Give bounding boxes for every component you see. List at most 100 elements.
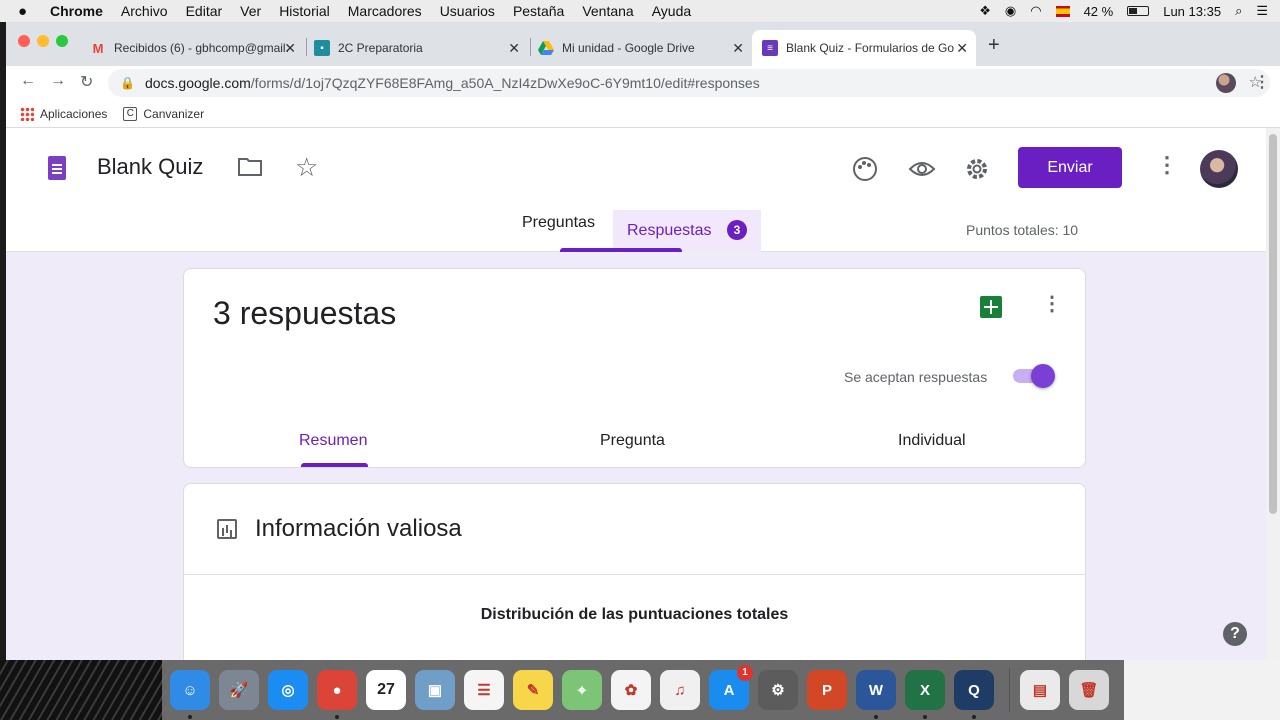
dock-powerpoint-icon[interactable]: P	[807, 670, 847, 710]
new-tab-icon[interactable]: +	[988, 34, 1000, 57]
back-icon[interactable]: ←	[20, 72, 36, 90]
subtab-resumen[interactable]: Resumen	[299, 432, 367, 450]
chrome-glyph: ●	[332, 681, 342, 699]
battery-percent[interactable]: 42 %	[1084, 4, 1114, 19]
more-options-icon[interactable]: ⋮	[1156, 152, 1178, 178]
folder-icon[interactable]	[238, 156, 262, 182]
bookmark-label: Canvanizer	[143, 106, 205, 121]
menu-marcadores[interactable]: Marcadores	[348, 3, 422, 19]
dock-preview-icon[interactable]: ▣	[415, 670, 455, 710]
dock-quicktime-icon[interactable]: Q	[954, 670, 994, 719]
preview-eye-icon[interactable]	[908, 156, 936, 188]
tab-drive[interactable]: Mi unidad - Google Drive ✕	[528, 30, 752, 66]
dropbox-icon[interactable]: ❖	[979, 3, 991, 19]
dock-maps-icon[interactable]: ⌖	[562, 670, 602, 710]
dock-app-store-icon[interactable]: A1	[709, 665, 753, 710]
menu-ver[interactable]: Ver	[240, 3, 261, 19]
responses-count-heading: 3 respuestas	[213, 295, 397, 331]
menu-usuarios[interactable]: Usuarios	[440, 3, 495, 19]
subtab-pregunta[interactable]: Pregunta	[600, 432, 665, 450]
account-avatar[interactable]	[1200, 150, 1238, 188]
system-preferences-glyph: ⚙	[771, 682, 785, 699]
palette-icon[interactable]	[852, 156, 878, 188]
dock-itunes-icon[interactable]: ♫	[660, 670, 700, 710]
close-tab-icon[interactable]: ✕	[732, 40, 744, 57]
reload-icon[interactable]: ↻	[80, 72, 93, 92]
running-indicator	[972, 715, 976, 719]
dock-downloads-stack-icon[interactable]: ▤	[1020, 670, 1060, 710]
menu-ventana[interactable]: Ventana	[582, 3, 633, 19]
chrome-menu-icon[interactable]: ⋮	[1254, 72, 1270, 92]
clock[interactable]: Lun 13:35	[1163, 4, 1221, 19]
maximize-window-icon[interactable]	[56, 35, 68, 47]
dock-finder-icon[interactable]: ☺	[170, 670, 210, 719]
tab-classroom[interactable]: ▪ 2C Preparatoria ✕	[304, 30, 528, 66]
tab-strip: M Recibidos (6) - gbhcomp@gmail. ✕ ▪ 2C …	[6, 22, 1280, 66]
battery-icon[interactable]	[1127, 6, 1150, 16]
spanish-flag-icon[interactable]	[1055, 5, 1070, 17]
chrome-window: M Recibidos (6) - gbhcomp@gmail. ✕ ▪ 2C …	[6, 22, 1280, 660]
bookmark-canvanizer[interactable]: C Canvanizer	[123, 106, 205, 121]
dock-calendar-icon[interactable]: 27	[366, 670, 406, 710]
close-tab-icon[interactable]: ✕	[956, 40, 968, 57]
tab-forms-active[interactable]: ≡ Blank Quiz - Formularios de Go ✕	[752, 30, 976, 66]
dock-system-preferences-icon[interactable]: ⚙	[758, 670, 798, 710]
close-tab-icon[interactable]: ✕	[284, 40, 296, 57]
gmail-icon: M	[92, 40, 104, 56]
responses-more-icon[interactable]: ⋮	[1042, 291, 1062, 316]
apple-menu-icon[interactable]: ●	[18, 3, 34, 20]
google-sheets-icon[interactable]	[980, 296, 1002, 318]
dock-notes-icon[interactable]: ✎	[513, 670, 553, 710]
dock-excel-icon[interactable]: X	[905, 670, 945, 719]
close-window-icon[interactable]	[18, 35, 30, 47]
subtab-individual[interactable]: Individual	[898, 432, 966, 450]
settings-gear-icon[interactable]	[964, 156, 990, 188]
wifi-icon[interactable]: ◠	[1030, 3, 1041, 19]
close-tab-icon[interactable]: ✕	[508, 40, 520, 57]
quicktime-glyph: Q	[968, 681, 980, 699]
star-icon[interactable]: ☆	[295, 152, 318, 183]
menu-ayuda[interactable]: Ayuda	[652, 3, 691, 19]
page-scrollbar[interactable]	[1266, 128, 1280, 660]
notification-center-icon[interactable]: ☰	[1256, 3, 1268, 19]
dock-chrome-icon[interactable]: ●	[317, 670, 357, 719]
spotlight-search-icon[interactable]: ⌕	[1235, 3, 1242, 19]
word-glyph: W	[868, 681, 884, 699]
dock-photos-icon[interactable]: ✿	[611, 670, 651, 710]
running-indicator	[335, 715, 339, 719]
forward-icon[interactable]: →	[50, 72, 66, 90]
dock-launchpad-icon[interactable]: 🚀	[219, 670, 259, 710]
dock-word-icon[interactable]: W	[856, 670, 896, 719]
accepting-responses-toggle[interactable]	[1013, 364, 1055, 388]
desktop-wallpaper	[0, 660, 166, 720]
google-forms-logo-icon[interactable]	[48, 156, 66, 180]
safari-glyph: ◎	[281, 682, 295, 699]
record-icon[interactable]: ◉	[1005, 3, 1016, 19]
dock-reminders-icon[interactable]: ☰	[464, 670, 504, 710]
dock-safari-icon[interactable]: ◎	[268, 670, 308, 710]
menu-editar[interactable]: Editar	[186, 3, 223, 19]
help-icon[interactable]: ?	[1223, 622, 1247, 646]
menu-pestana[interactable]: Pestaña	[513, 3, 564, 19]
minimize-window-icon[interactable]	[37, 35, 49, 47]
menu-chrome[interactable]: Chrome	[50, 3, 103, 19]
menu-historial[interactable]: Historial	[279, 3, 330, 19]
form-header: Blank Quiz ☆ Enviar ⋮ Preguntas Respuest…	[6, 128, 1266, 252]
profile-avatar[interactable]	[1216, 73, 1236, 93]
bookmark-aplicaciones[interactable]: Aplicaciones	[20, 106, 107, 121]
divider	[184, 574, 1085, 575]
preview-glyph: ▣	[427, 682, 443, 699]
scrollbar-thumb[interactable]	[1269, 134, 1277, 514]
lock-icon[interactable]: 🔒	[120, 76, 135, 90]
menu-archivo[interactable]: Archivo	[121, 3, 168, 19]
tab-respuestas[interactable]: Respuestas 3	[613, 210, 761, 252]
dock-separator	[1009, 668, 1010, 712]
tab-title: 2C Preparatoria	[338, 41, 423, 55]
form-title[interactable]: Blank Quiz	[97, 154, 203, 180]
tab-gmail[interactable]: M Recibidos (6) - gbhcomp@gmail. ✕	[80, 30, 304, 66]
address-bar[interactable]: 🔒 docs.google.com /forms/d/1oj7QzqZYF68E…	[108, 69, 1270, 97]
dock-trash-icon[interactable]: 🗑	[1069, 670, 1109, 710]
tab-preguntas[interactable]: Preguntas	[522, 214, 595, 232]
tab-title: Mi unidad - Google Drive	[562, 41, 695, 55]
send-button[interactable]: Enviar	[1018, 147, 1122, 188]
